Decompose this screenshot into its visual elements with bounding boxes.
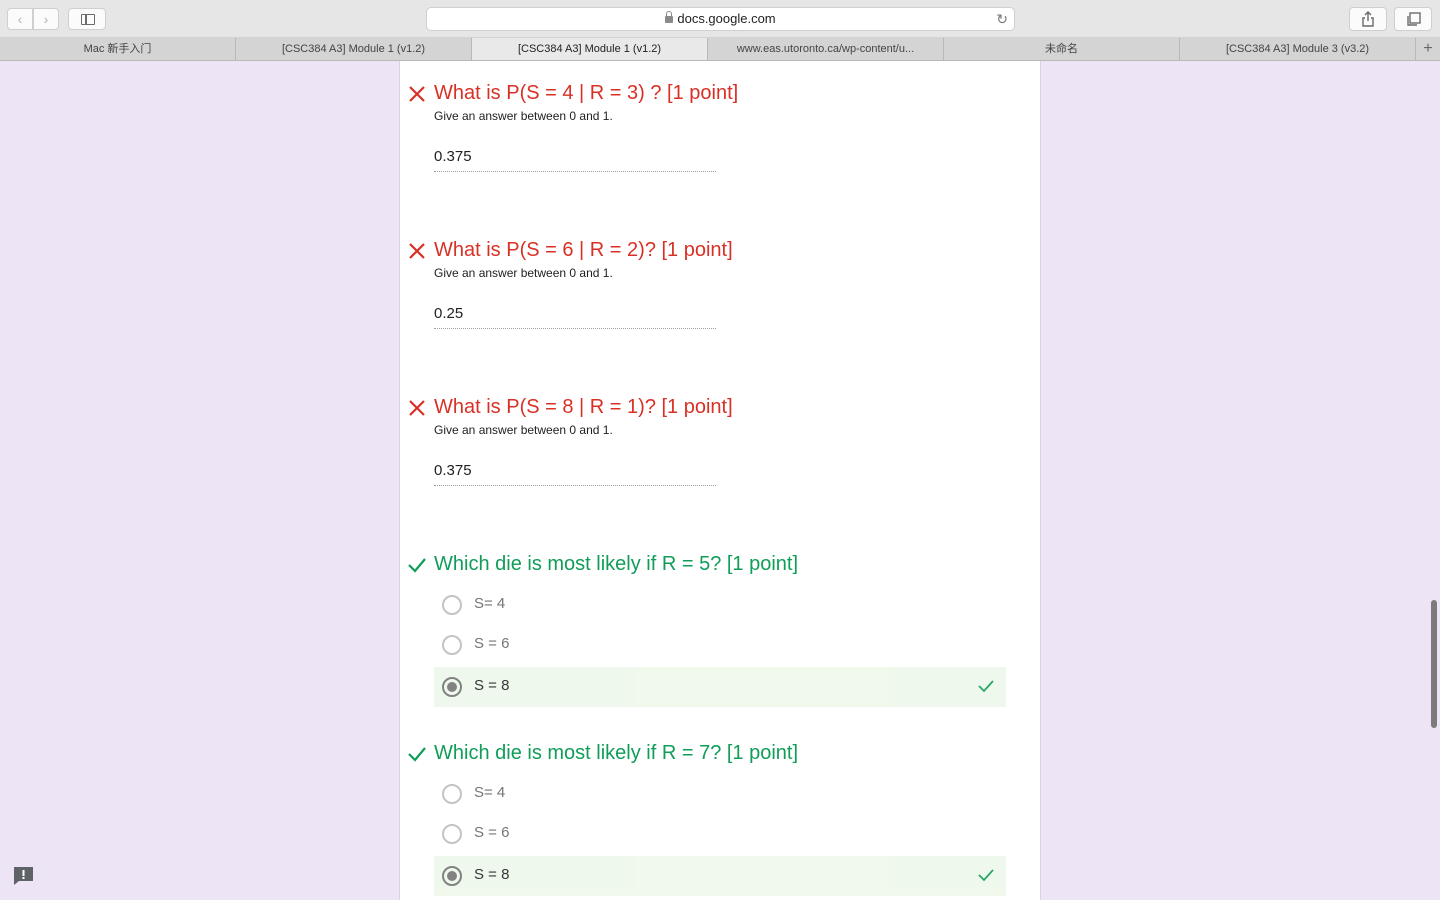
close-icon [409, 400, 425, 416]
tab-module-1-a[interactable]: [CSC384 A3] Module 1 (v1.2) [236, 38, 472, 60]
radio-button-selected[interactable] [442, 677, 462, 697]
radio-button[interactable] [442, 635, 462, 655]
radio-option-s4[interactable]: S= 4 [434, 585, 1006, 625]
tab-module-3[interactable]: [CSC384 A3] Module 3 (v3.2) [1180, 38, 1416, 60]
check-icon [408, 558, 426, 573]
back-button[interactable]: ‹ [7, 8, 33, 30]
answer-field[interactable]: 0.375 [434, 460, 716, 486]
radio-option-s4[interactable]: S= 4 [434, 774, 1006, 814]
reload-icon[interactable]: ↻ [996, 8, 1008, 30]
tab-eas-utoronto[interactable]: www.eas.utoronto.ca/wp-content/u... [708, 38, 944, 60]
question-title: Which die is most likely if R = 5? [1 po… [434, 553, 799, 575]
share-icon [1362, 11, 1374, 27]
share-button[interactable] [1349, 7, 1387, 31]
question-title: Which die is most likely if R = 7? [1 po… [434, 742, 799, 764]
new-tab-button[interactable]: + [1416, 38, 1440, 60]
chevron-right-icon: › [43, 11, 49, 27]
radio-button[interactable] [442, 824, 462, 844]
check-icon [978, 680, 994, 693]
question-title: What is P(S = 4 | R = 3) ? [1 point] [434, 82, 739, 104]
forward-button[interactable]: › [33, 8, 59, 30]
option-label: S = 6 [474, 635, 510, 652]
question-title: What is P(S = 6 | R = 2)? [1 point] [434, 239, 733, 261]
radio-option-s6[interactable]: S = 6 [434, 625, 1006, 665]
option-label: S = 8 [474, 677, 510, 694]
tab-bar: Mac 新手入门 [CSC384 A3] Module 1 (v1.2) [CS… [0, 38, 1440, 61]
url-text: docs.google.com [677, 11, 776, 26]
show-tabs-button[interactable] [1394, 7, 1432, 31]
sidebar-toggle-button[interactable] [68, 8, 106, 30]
question-help-text: Give an answer between 0 and 1. [434, 109, 613, 123]
radio-button[interactable] [442, 595, 462, 615]
tabs-overview-icon [1407, 12, 1421, 26]
address-bar[interactable]: docs.google.com ↻ [426, 7, 1015, 31]
scrollbar-thumb[interactable] [1431, 600, 1437, 728]
answer-field[interactable]: 0.25 [434, 303, 716, 329]
question-help-text: Give an answer between 0 and 1. [434, 423, 613, 437]
option-label: S= 4 [474, 595, 506, 612]
tab-untitled[interactable]: 未命名 [944, 38, 1180, 60]
option-label: S= 4 [474, 784, 506, 801]
close-icon [409, 86, 425, 102]
question-help-text: Give an answer between 0 and 1. [434, 266, 613, 280]
chevron-left-icon: ‹ [17, 11, 23, 27]
sidebar-icon [81, 14, 95, 25]
tab-module-1-active[interactable]: [CSC384 A3] Module 1 (v1.2) [472, 38, 708, 60]
radio-option-s6[interactable]: S = 6 [434, 814, 1006, 854]
check-icon [408, 747, 426, 762]
lock-icon [665, 11, 674, 23]
feedback-icon[interactable] [12, 866, 35, 886]
radio-button[interactable] [442, 784, 462, 804]
radio-button-selected[interactable] [442, 866, 462, 886]
option-label: S = 8 [474, 866, 510, 883]
answer-field[interactable]: 0.375 [434, 146, 716, 172]
option-label: S = 6 [474, 824, 510, 841]
tab-mac-guide[interactable]: Mac 新手入门 [0, 38, 236, 60]
question-title: What is P(S = 8 | R = 1)? [1 point] [434, 396, 733, 418]
browser-toolbar: ‹ › docs.google.com ↻ [0, 0, 1440, 38]
radio-option-s8[interactable]: S = 8 [434, 667, 1006, 707]
check-icon [978, 869, 994, 882]
close-icon [409, 243, 425, 259]
radio-option-s8[interactable]: S = 8 [434, 856, 1006, 896]
form-page: What is P(S = 4 | R = 3) ? [1 point] Giv… [399, 61, 1041, 900]
